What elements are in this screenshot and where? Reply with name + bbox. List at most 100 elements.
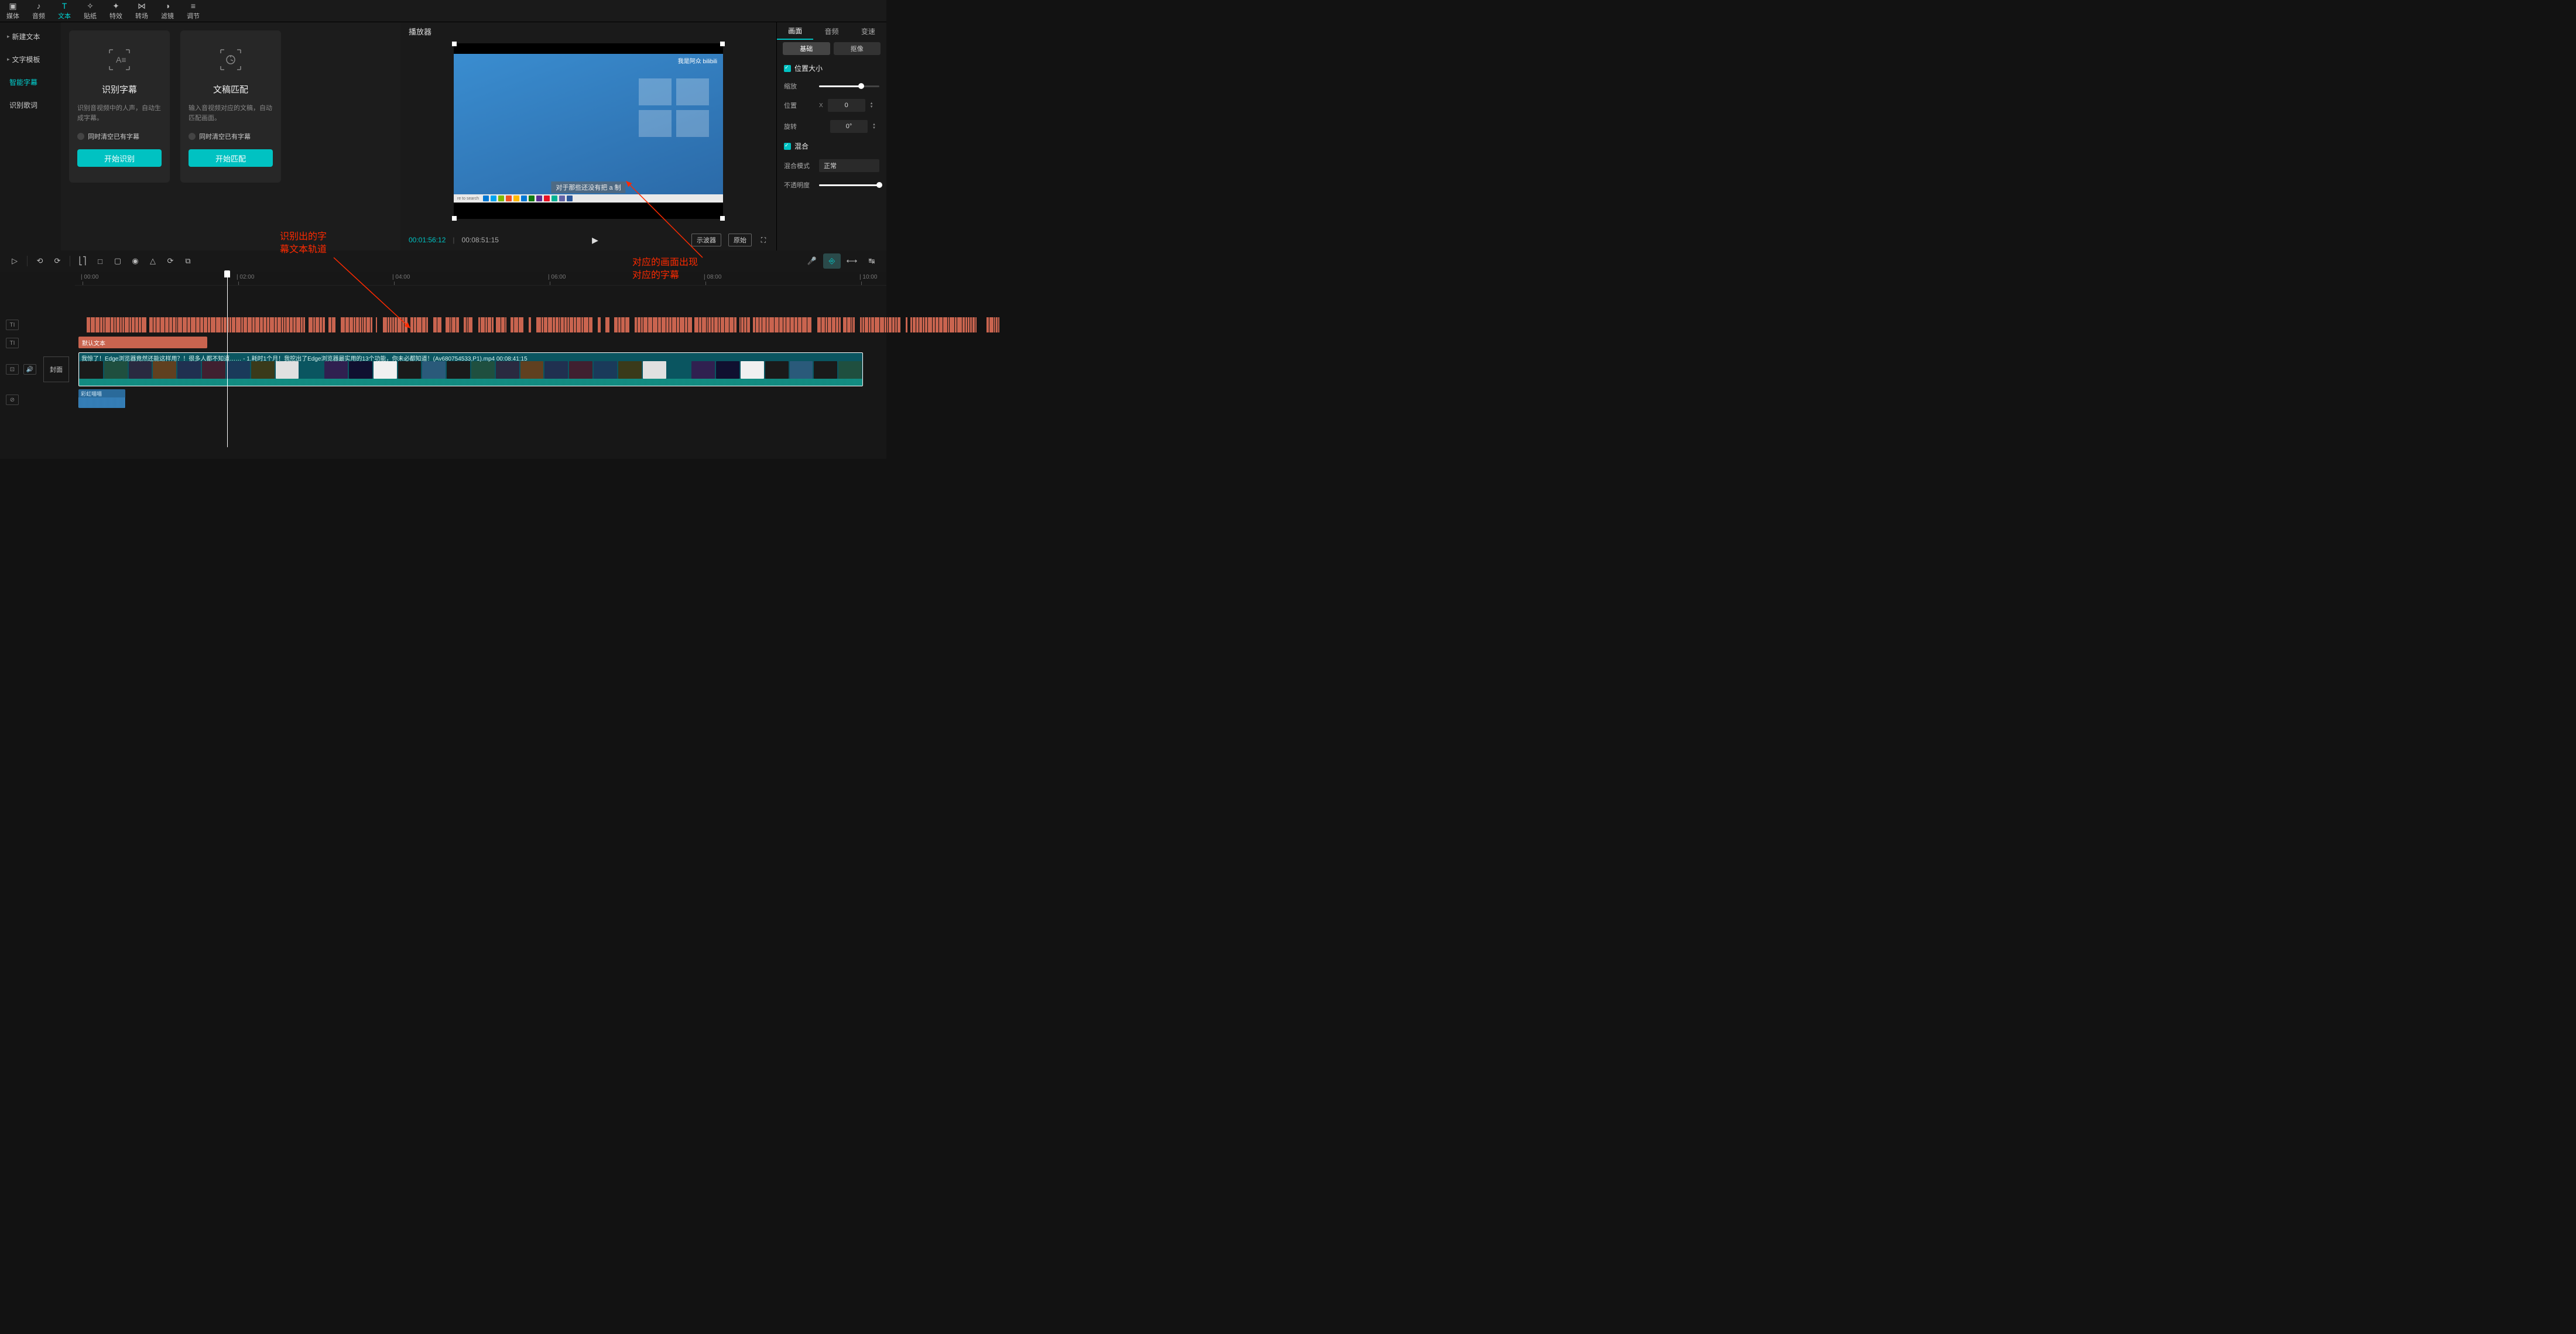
- section-label: 位置大小: [794, 63, 823, 73]
- audio-track-icon[interactable]: ⊘: [6, 395, 19, 405]
- tool-icon: ≡: [191, 2, 196, 10]
- clear-subtitle-checkbox[interactable]: 同时清空已有字幕: [77, 132, 139, 141]
- mute-track-icon[interactable]: 🔊: [23, 364, 36, 375]
- player-body: 我是阿众 bilibili re to search 对于那些还没有把 a 制: [400, 40, 776, 229]
- video-thumbnail: [324, 361, 348, 379]
- sidebar-item-识别歌词[interactable]: 识别歌词: [4, 95, 57, 115]
- video-clip[interactable]: 我惊了！Edge浏览器竟然还能这样用？！很多人都不知道…… - 1.耗时1个月！…: [78, 352, 863, 386]
- rotate-input[interactable]: [830, 120, 868, 133]
- card-desc: 输入音视频对应的文稿，自动匹配画面。: [189, 104, 273, 124]
- tool-特效[interactable]: ✦特效: [103, 0, 129, 22]
- video-thumbnail: [129, 361, 152, 379]
- tool-媒体[interactable]: ▣媒体: [0, 0, 26, 22]
- time-ruler[interactable]: | 00:00| 02:00| 04:00| 06:00| 08:00| 10:…: [75, 272, 886, 286]
- scale-slider[interactable]: [819, 85, 879, 87]
- video-track-icon[interactable]: ⊡: [6, 364, 19, 375]
- timeline-tool[interactable]: △: [144, 253, 162, 269]
- video-thumbnail: [520, 361, 544, 379]
- card-title: 文稿匹配: [213, 83, 248, 95]
- tool-转场[interactable]: ⋈转场: [129, 0, 155, 22]
- tool-调节[interactable]: ≡调节: [180, 0, 206, 22]
- text-track-icon[interactable]: TI: [6, 338, 19, 348]
- fullscreen-icon[interactable]: ⛶: [759, 236, 768, 245]
- position-size-section[interactable]: 位置大小: [784, 63, 879, 73]
- selection-frame: [454, 43, 723, 219]
- video-track[interactable]: 我惊了！Edge浏览器竟然还能这样用？！很多人都不知道…… - 1.耗时1个月！…: [75, 351, 886, 387]
- audio-track[interactable]: 彩虹喵喵: [75, 387, 886, 412]
- timeline-tool[interactable]: ⧉: [179, 253, 197, 269]
- original-resolution-button[interactable]: 原始: [728, 234, 752, 246]
- inspector-subtab-抠像[interactable]: 抠像: [834, 42, 881, 55]
- top-toolbar: ▣媒体♪音频T文本✧贴纸✦特效⋈转场◑滤镜≡调节: [0, 0, 886, 22]
- inspector-tab-音频[interactable]: 音频: [813, 22, 849, 40]
- video-thumbnail: [765, 361, 789, 379]
- tool-icon: ◑: [165, 2, 170, 10]
- tool-贴纸[interactable]: ✧贴纸: [77, 0, 103, 22]
- timeline-tool[interactable]: ▢: [109, 253, 126, 269]
- text-track-icon[interactable]: TI: [6, 320, 19, 330]
- inspector-tab-变速[interactable]: 变速: [850, 22, 886, 40]
- video-thumbnail: [569, 361, 592, 379]
- sidebar-item-智能字幕[interactable]: 智能字幕: [4, 73, 57, 92]
- checkbox-label: 同时清空已有字幕: [199, 132, 251, 141]
- tool-滤镜[interactable]: ◑滤镜: [155, 0, 180, 22]
- blend-section[interactable]: 混合: [784, 141, 879, 151]
- current-time: 00:01:56:12: [409, 236, 446, 244]
- position-x-input[interactable]: [828, 99, 865, 112]
- ruler-tick: | 06:00: [548, 274, 566, 280]
- video-thumbnail: [618, 361, 642, 379]
- audio-clip[interactable]: 彩虹喵喵: [78, 389, 125, 408]
- start-match-button[interactable]: 开始匹配: [189, 149, 273, 167]
- timeline-tool-right[interactable]: ⟷: [843, 253, 861, 269]
- resize-handle-icon[interactable]: [452, 42, 457, 46]
- resize-handle-icon[interactable]: [452, 216, 457, 221]
- timeline-tool-right[interactable]: ⎆: [823, 253, 841, 269]
- timeline-tool[interactable]: ⎣⎤: [74, 253, 91, 269]
- video-thumbnail: [716, 361, 739, 379]
- sidebar-item-新建文本[interactable]: 新建文本: [4, 27, 57, 46]
- clear-subtitle-checkbox[interactable]: 同时清空已有字幕: [189, 132, 251, 141]
- subtitle-track[interactable]: [75, 315, 886, 335]
- preview-canvas[interactable]: 我是阿众 bilibili re to search 对于那些还没有把 a 制: [454, 43, 723, 219]
- timeline-tool[interactable]: ▷: [6, 253, 23, 269]
- resize-handle-icon[interactable]: [720, 42, 725, 46]
- tool-label: 特效: [109, 11, 122, 20]
- inspector-tab-画面[interactable]: 画面: [777, 22, 813, 40]
- play-button[interactable]: ▶: [592, 235, 598, 245]
- tool-icon: ✦: [112, 2, 119, 10]
- video-thumbnail: [104, 361, 128, 379]
- blend-mode-select[interactable]: 正常: [819, 159, 879, 172]
- stepper-icon[interactable]: ▲▼: [870, 102, 877, 109]
- tool-label: 调节: [187, 11, 200, 20]
- timeline-tool[interactable]: ⟳: [162, 253, 179, 269]
- timeline-tool[interactable]: ⟳: [49, 253, 66, 269]
- tool-icon: ♪: [37, 2, 41, 10]
- timeline-tool[interactable]: ◉: [126, 253, 144, 269]
- recognize-subtitle-card: A≡ 识别字幕 识别音视频中的人声，自动生成字幕。 同时清空已有字幕 开始识别: [69, 30, 170, 183]
- match-script-card: 文稿匹配 输入音视频对应的文稿，自动匹配画面。 同时清空已有字幕 开始匹配: [180, 30, 281, 183]
- card-desc: 识别音视频中的人声，自动生成字幕。: [77, 104, 162, 124]
- inspector-subtab-基础[interactable]: 基础: [783, 42, 830, 55]
- tool-icon: ✧: [87, 2, 94, 10]
- blend-mode-row: 混合模式 正常: [784, 159, 879, 172]
- cover-button[interactable]: 封面: [43, 356, 69, 382]
- timeline-tool-right[interactable]: 🎤: [803, 253, 821, 269]
- sidebar-item-文字模板[interactable]: 文字模板: [4, 50, 57, 69]
- timeline-tool[interactable]: □: [91, 253, 109, 269]
- position-label: 位置: [784, 101, 814, 110]
- timeline-tool[interactable]: ⟲: [31, 253, 49, 269]
- video-thumbnail: [374, 361, 397, 379]
- text-clip[interactable]: 默认文本: [78, 337, 207, 348]
- stepper-icon[interactable]: ▲▼: [872, 123, 879, 130]
- opacity-slider[interactable]: [819, 184, 879, 186]
- text-track[interactable]: 默认文本: [75, 335, 886, 351]
- tool-icon: T: [62, 2, 67, 10]
- timeline-tool-right[interactable]: ↹: [863, 253, 881, 269]
- playhead[interactable]: [227, 272, 228, 447]
- player-panel: 播放器 我是阿众 bilibili re to search 对于那些还没有把 …: [400, 22, 776, 251]
- tool-文本[interactable]: T文本: [52, 0, 77, 22]
- start-recognize-button[interactable]: 开始识别: [77, 149, 162, 167]
- oscilloscope-button[interactable]: 示波器: [691, 234, 721, 246]
- tool-音频[interactable]: ♪音频: [26, 0, 52, 22]
- resize-handle-icon[interactable]: [720, 216, 725, 221]
